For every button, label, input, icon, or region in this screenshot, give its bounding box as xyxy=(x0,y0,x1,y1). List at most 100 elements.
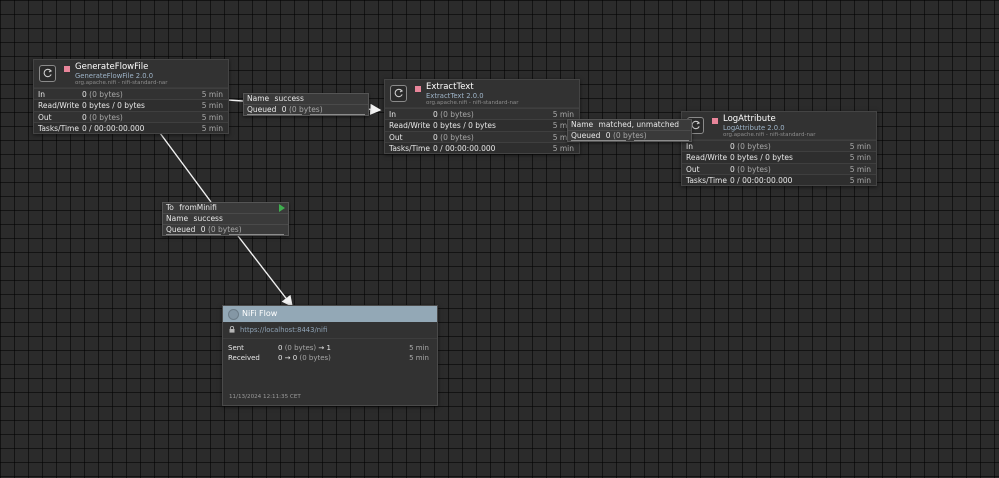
stat-label: Read/Write xyxy=(686,153,728,163)
stat-value: 0 (0 bytes) xyxy=(730,164,771,174)
processor-bundle: org.apache.nifi - nifi-standard-nar xyxy=(75,79,168,86)
processor-icon xyxy=(390,85,407,102)
stat-value: 0 (0 bytes) xyxy=(82,112,123,122)
connection-name-key: Name xyxy=(571,120,594,129)
connection-label-success[interactable]: Name success Queued 0 (0 bytes) xyxy=(243,93,369,116)
connection-name-key: Name xyxy=(247,94,270,103)
stat-row-in: In 0 (0 bytes) 5 min xyxy=(385,108,579,119)
stat-time: 5 min xyxy=(552,110,574,119)
connection-to: fromMinifi xyxy=(179,203,217,212)
connection-name: success xyxy=(193,214,223,223)
stat-value: 0 / 00:00:00.000 xyxy=(730,175,793,185)
connection-queued-row: Queued 0 (0 bytes) xyxy=(244,105,368,115)
stat-value: 0 bytes / 0 bytes xyxy=(82,101,145,111)
connection-name-row: Name success xyxy=(244,94,368,105)
queue-bar xyxy=(571,139,626,141)
stat-label: Tasks/Time xyxy=(389,143,430,153)
connection-name: success xyxy=(274,94,304,103)
connection-to-row: To fromMinifi xyxy=(163,203,288,214)
stat-time: 5 min xyxy=(201,112,223,122)
stat-label: In xyxy=(38,90,45,99)
remote-group-url[interactable]: https://localhost:8443/nifi xyxy=(240,326,327,334)
connection-to-key: To xyxy=(166,203,174,212)
processor-header: GenerateFlowFile GenerateFlowFile 2.0.0 … xyxy=(34,60,228,88)
stat-time: 5 min xyxy=(849,175,871,185)
stat-time: 5 min xyxy=(552,143,574,153)
stat-label: In xyxy=(686,142,693,151)
processor-generateflowfile[interactable]: GenerateFlowFile GenerateFlowFile 2.0.0 … xyxy=(33,59,229,135)
queue-bar xyxy=(634,139,689,141)
stat-value: 0 (0 bytes) xyxy=(82,90,123,99)
processor-header: ExtractText ExtractText 2.0.0 org.apache… xyxy=(385,80,579,108)
queue-bar xyxy=(247,113,302,115)
stat-row-readwrite: Read/Write 0 bytes / 0 bytes 5 min xyxy=(682,151,876,163)
remote-process-group[interactable]: NiFi Flow https://localhost:8443/nifi Se… xyxy=(222,305,438,406)
stat-label: Out xyxy=(686,164,700,174)
remote-group-timestamp: 11/13/2024 12:11:35 CET xyxy=(229,394,301,400)
stat-row-in: In 0 (0 bytes) 5 min xyxy=(34,88,228,99)
queue-bar xyxy=(229,233,284,235)
remote-group-url-row: https://localhost:8443/nifi xyxy=(223,322,437,339)
stat-label: Read/Write xyxy=(38,101,80,111)
stat-row-tasks: Tasks/Time 0 / 00:00:00.000 5 min xyxy=(682,173,876,186)
stat-value: 0 (0 bytes) xyxy=(730,142,771,151)
connection-line-generate-to-rpg-a[interactable] xyxy=(156,128,212,203)
processor-name: LogAttribute xyxy=(723,114,776,124)
stat-label: Read/Write xyxy=(389,121,431,131)
received-time: 5 min xyxy=(409,354,429,362)
processor-name: ExtractText xyxy=(426,82,474,92)
processor-name: GenerateFlowFile xyxy=(75,62,149,72)
connection-queued-row: Queued 0 (0 bytes) xyxy=(163,225,288,235)
stopped-icon xyxy=(712,118,718,124)
processor-bundle: org.apache.nifi - nifi-standard-nar xyxy=(723,131,816,138)
received-value: 0 → 0 (0 bytes) xyxy=(278,354,331,362)
connection-queued-row: Queued 0 (0 bytes) xyxy=(568,131,691,141)
sent-label: Sent xyxy=(228,344,244,352)
stat-label: Out xyxy=(38,112,52,122)
stat-time: 5 min xyxy=(201,123,223,133)
stat-row-readwrite: Read/Write 0 bytes / 0 bytes 5 min xyxy=(385,119,579,131)
transmitting-icon xyxy=(279,204,285,212)
processor-icon xyxy=(39,65,56,82)
stat-row-in: In 0 (0 bytes) 5 min xyxy=(682,140,876,151)
lock-icon xyxy=(229,326,235,333)
stat-row-out: Out 0 (0 bytes) 5 min xyxy=(682,162,876,174)
remote-group-title: NiFi Flow xyxy=(242,309,278,318)
stat-time: 5 min xyxy=(849,153,871,163)
remote-group-header: NiFi Flow xyxy=(223,306,437,322)
stat-value: 0 (0 bytes) xyxy=(433,110,474,119)
stat-time: 5 min xyxy=(201,90,223,99)
connection-name-key: Name xyxy=(166,214,189,223)
stat-label: In xyxy=(389,110,396,119)
received-label: Received xyxy=(228,354,260,362)
stat-value: 0 bytes / 0 bytes xyxy=(730,153,793,163)
stat-row-out: Out 0 (0 bytes) 5 min xyxy=(385,130,579,142)
connection-line-generate-to-rpg-b[interactable] xyxy=(237,235,293,308)
stat-row-tasks: Tasks/Time 0 / 00:00:00.000 5 min xyxy=(385,141,579,154)
stat-value: 0 bytes / 0 bytes xyxy=(433,121,496,131)
stopped-icon xyxy=(415,86,421,92)
processor-logattribute[interactable]: LogAttribute LogAttribute 2.0.0 org.apac… xyxy=(681,111,877,187)
queue-bar xyxy=(310,113,365,115)
processor-extracttext[interactable]: ExtractText ExtractText 2.0.0 org.apache… xyxy=(384,79,580,155)
connection-label-to-fromminifi[interactable]: To fromMinifi Name success Queued 0 (0 b… xyxy=(162,202,289,236)
stat-time: 5 min xyxy=(849,142,871,151)
stat-time: 5 min xyxy=(849,164,871,174)
stat-value: 0 / 00:00:00.000 xyxy=(82,123,145,133)
stat-row-tasks: Tasks/Time 0 / 00:00:00.000 5 min xyxy=(34,121,228,134)
connection-label-matched-unmatched[interactable]: Name matched, unmatched Queued 0 (0 byte… xyxy=(567,119,692,142)
remote-group-icon xyxy=(228,309,239,320)
connection-name-row: Name matched, unmatched xyxy=(568,120,691,131)
flow-canvas[interactable]: GenerateFlowFile GenerateFlowFile 2.0.0 … xyxy=(0,0,999,478)
stat-label: Out xyxy=(389,132,403,142)
connection-name-row: Name success xyxy=(163,214,288,225)
queue-bar xyxy=(166,233,221,235)
stat-label: Tasks/Time xyxy=(38,123,79,133)
connection-name: matched, unmatched xyxy=(598,120,679,129)
stopped-icon xyxy=(64,66,70,72)
sent-value: 0 (0 bytes) → 1 xyxy=(278,344,331,352)
sent-time: 5 min xyxy=(409,344,429,352)
stat-label: Tasks/Time xyxy=(686,175,727,185)
stat-row-readwrite: Read/Write 0 bytes / 0 bytes 5 min xyxy=(34,99,228,111)
processor-bundle: org.apache.nifi - nifi-standard-nar xyxy=(426,99,519,106)
